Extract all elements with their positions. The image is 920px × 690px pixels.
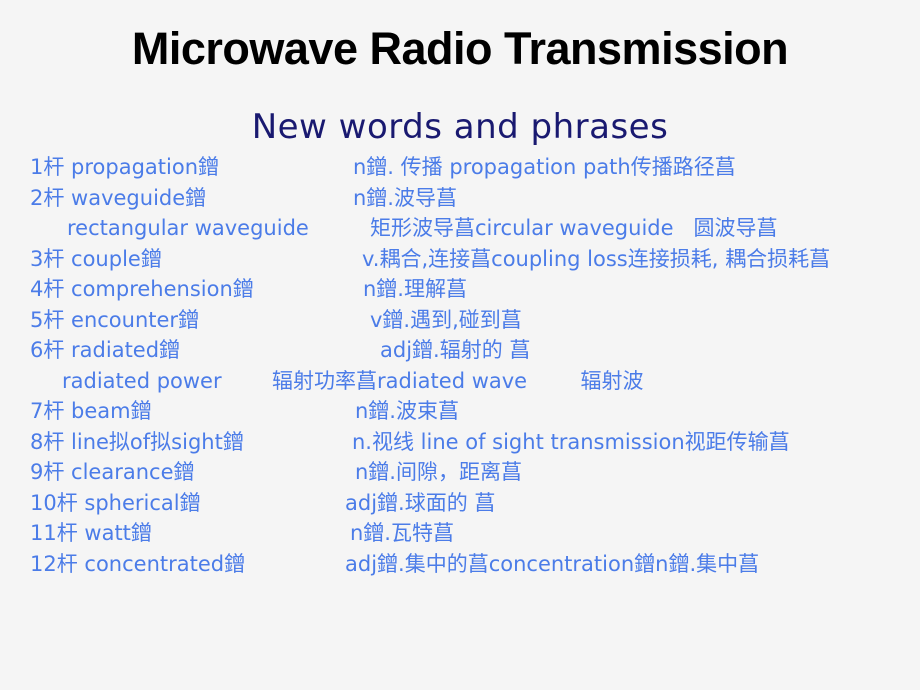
vocabulary-row: 7杆 beam鏳 n鏳.波束菖 — [0, 396, 920, 427]
vocabulary-definition: n鏳. 传播 propagation path传播路径菖 — [353, 155, 736, 179]
vocabulary-row: rectangular waveguide 矩形波导菖circular waveg… — [0, 213, 920, 244]
vocabulary-definition: n鏳.波导菖 — [353, 185, 457, 210]
vocabulary-term: 5杆 encounter鏳 — [30, 307, 200, 332]
vocabulary-definition: n鏳.波束菖 — [355, 399, 459, 423]
vocabulary-row: radiated power 辐射功率菖radiated wave 辐射波 — [0, 366, 920, 397]
vocabulary-row: 5杆 encounter鏳 v鏳.遇到,碰到菖 — [0, 305, 920, 336]
vocabulary-row: 3杆 couple鏳 v.耦合,连接菖coupling loss连接损耗, 耦合损… — [0, 244, 920, 275]
vocabulary-term: 3杆 couple鏳 — [30, 246, 162, 271]
vocabulary-row: 9杆 clearance鏳 n鏳.间隙，距离菖 — [0, 457, 920, 488]
vocabulary-row: 2杆 waveguide鏳 n鏳.波导菖 — [0, 183, 920, 214]
vocabulary-list: 1杆 propagation鏳 n鏳. 传播 propagation path传播… — [0, 152, 920, 579]
vocabulary-row: 1杆 propagation鏳 n鏳. 传播 propagation path传播… — [0, 152, 920, 183]
vocabulary-term: 12杆 concentrated鏳 — [30, 551, 246, 576]
page-title: Microwave Radio Transmission — [131, 23, 789, 74]
vocabulary-definition: adj鏳.球面的 菖 — [345, 490, 496, 515]
vocabulary-term: 11杆 watt鏳 — [30, 521, 152, 545]
vocabulary-row: 8杆 line拟of拟sight鏳 n.视线 line of sight tran… — [0, 427, 920, 458]
vocabulary-term: 4杆 comprehension鏳 — [30, 277, 254, 301]
vocabulary-row: 6杆 radiated鏳 adj鏳.辐射的 菖 — [0, 335, 920, 366]
vocabulary-definition: n鏳.间隙，距离菖 — [355, 460, 522, 484]
vocabulary-definition: v.耦合,连接菖coupling loss连接损耗, 耦合损耗菖 — [362, 246, 831, 271]
vocabulary-term: 1杆 propagation鏳 — [30, 155, 220, 179]
vocabulary-definition: n鏳.理解菖 — [363, 277, 467, 301]
vocabulary-definition: adj鏳.辐射的 菖 — [380, 338, 531, 362]
vocabulary-definition: n.视线 line of sight transmission视距传输菖 — [352, 429, 790, 454]
vocabulary-definition: v鏳.遇到,碰到菖 — [370, 307, 522, 332]
vocabulary-term: 10杆 spherical鏳 — [30, 490, 201, 515]
vocabulary-term: 6杆 radiated鏳 — [30, 338, 181, 362]
vocabulary-definition: n鏳.瓦特菖 — [350, 521, 454, 545]
vocabulary-phrase: rectangular waveguide — [67, 216, 309, 240]
vocabulary-term: 9杆 clearance鏳 — [30, 460, 195, 484]
vocabulary-row: 4杆 comprehension鏳 n鏳.理解菖 — [0, 274, 920, 305]
vocabulary-row: 11杆 watt鏳 n鏳.瓦特菖 — [0, 518, 920, 549]
vocabulary-definition: 辐射功率菖radiated wave 辐射波 — [272, 368, 644, 393]
vocabulary-term: 7杆 beam鏳 — [30, 399, 152, 423]
vocabulary-row: 12杆 concentrated鏳 adj鏳.集中的菖concentration鏳… — [0, 549, 920, 580]
vocabulary-definition: 矩形波导菖circular waveguide 圆波导菖 — [370, 216, 778, 240]
vocabulary-row: 10杆 spherical鏳 adj鏳.球面的 菖 — [0, 488, 920, 519]
vocabulary-term: 2杆 waveguide鏳 — [30, 185, 207, 210]
vocabulary-definition: adj鏳.集中的菖concentration鏳n鏳.集中菖 — [345, 551, 760, 576]
slide-canvas: Microwave Radio Transmission New words a… — [0, 0, 920, 690]
vocabulary-term: 8杆 line拟of拟sight鏳 — [30, 429, 244, 454]
slide-subtitle: New words and phrases — [251, 107, 669, 147]
vocabulary-phrase: radiated power — [62, 368, 222, 393]
